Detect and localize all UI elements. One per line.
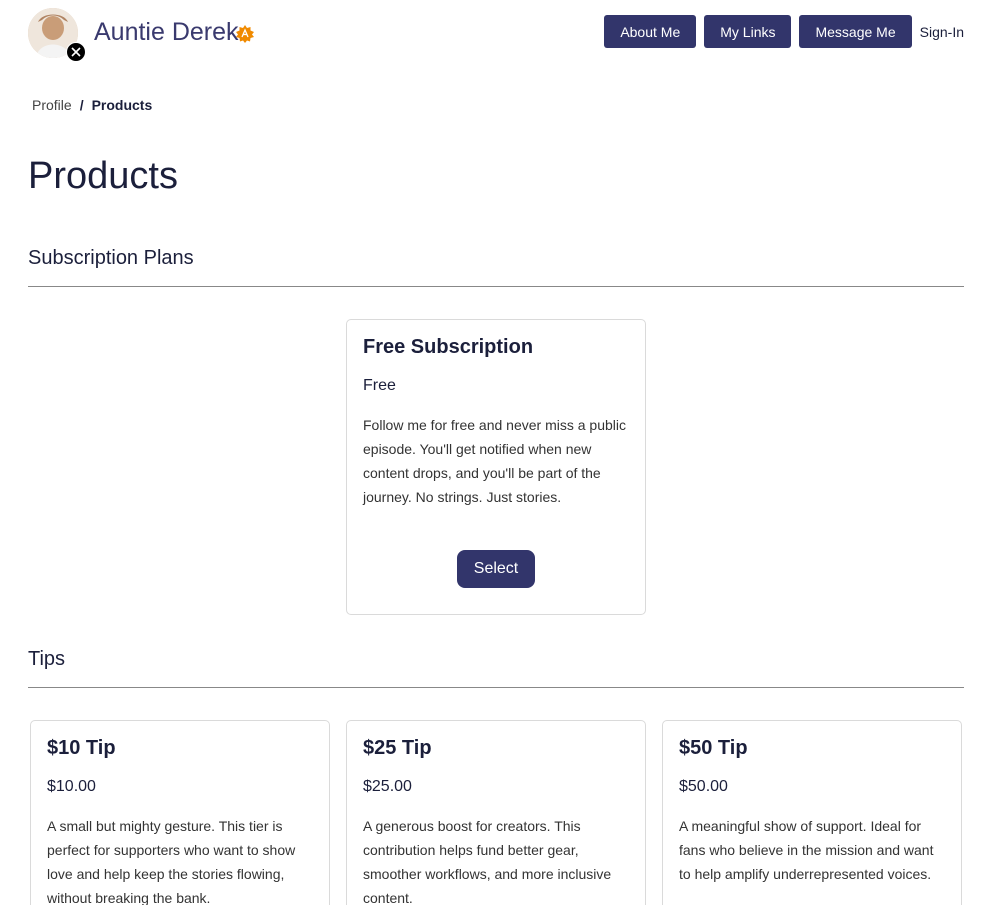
tip-card[interactable]: $50 Tip $50.00 A meaningful show of supp…	[662, 720, 962, 905]
profile-name[interactable]: Auntie Derek	[94, 18, 239, 47]
subscription-card: Free Subscription Free Follow me for fre…	[346, 319, 646, 615]
top-nav: About Me My Links Message Me Sign-In	[596, 15, 964, 48]
tip-description: A small but mighty gesture. This tier is…	[47, 818, 296, 905]
plan-title: Free Subscription	[363, 336, 534, 358]
tip-price: $50.00	[679, 778, 728, 795]
site-header: Auntie Derek About Me My Links Message M…	[0, 0, 989, 70]
tip-price: $10.00	[47, 778, 96, 795]
breadcrumb-current: Products	[91, 97, 153, 113]
tip-title: $50 Tip	[679, 737, 748, 759]
x-logo-icon[interactable]	[66, 42, 86, 62]
section-divider	[28, 286, 964, 287]
message-me-button[interactable]: Message Me	[799, 15, 912, 48]
plan-description: Follow me for free and never miss a publ…	[363, 417, 626, 505]
sign-in-link[interactable]: Sign-In	[920, 24, 964, 40]
section-title-tips: Tips	[28, 648, 66, 670]
my-links-button[interactable]: My Links	[704, 15, 792, 48]
about-me-button[interactable]: About Me	[604, 15, 697, 48]
tip-card[interactable]: $25 Tip $25.00 A generous boost for crea…	[346, 720, 646, 905]
verified-badge-icon	[236, 25, 254, 43]
tip-description: A generous boost for creators. This cont…	[363, 818, 612, 905]
tip-title: $25 Tip	[363, 737, 432, 759]
plan-price: Free	[363, 377, 396, 394]
select-plan-button[interactable]: Select	[457, 550, 535, 588]
breadcrumb-separator: /	[79, 97, 84, 113]
page-title: Products	[28, 155, 178, 197]
tip-card[interactable]: $10 Tip $10.00 A small but mighty gestur…	[30, 720, 330, 905]
section-title-subscriptions: Subscription Plans	[28, 247, 194, 269]
avatar-container[interactable]	[28, 8, 86, 62]
breadcrumb-profile-link[interactable]: Profile	[32, 97, 72, 113]
tip-price: $25.00	[363, 778, 412, 795]
breadcrumb: Profile / Products	[32, 97, 152, 113]
tip-title: $10 Tip	[47, 737, 116, 759]
section-divider	[28, 687, 964, 688]
tip-description: A meaningful show of support. Ideal for …	[679, 818, 934, 882]
